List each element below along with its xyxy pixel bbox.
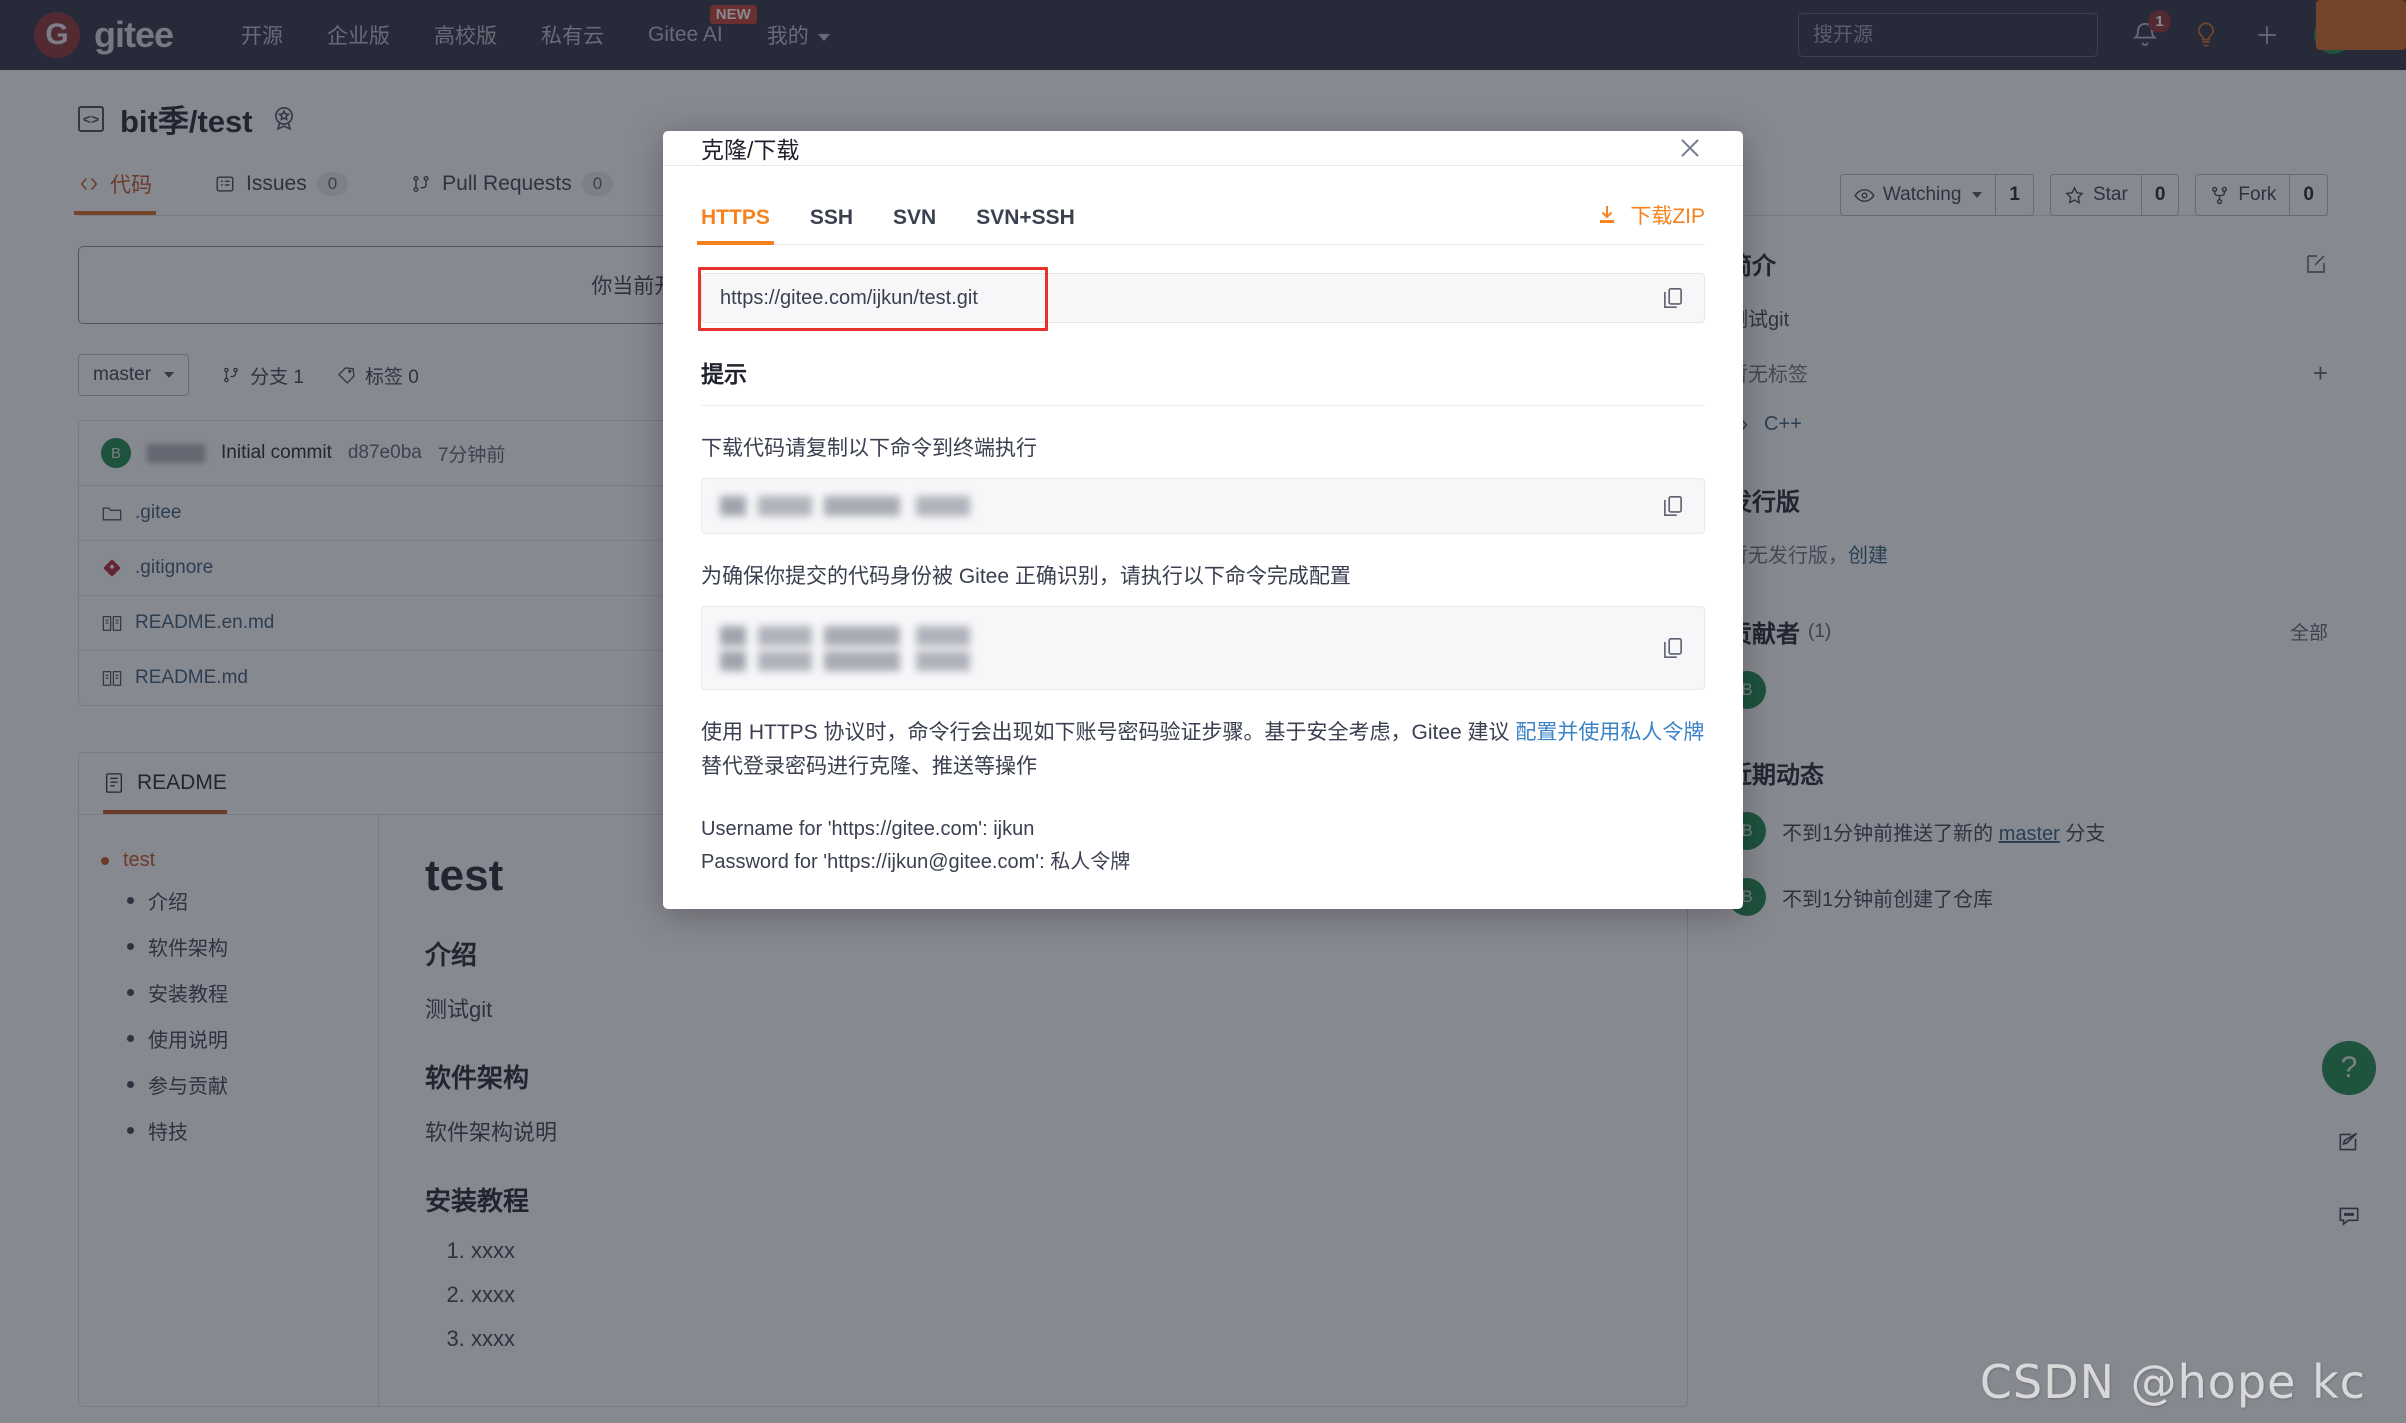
auth-example-block: Username for 'https://gitee.com': ijkun …	[701, 813, 1705, 909]
copy-icon[interactable]	[1660, 493, 1686, 519]
config-instruction-text: 为确保你提交的代码身份被 Gitee 正确识别，请执行以下命令完成配置	[701, 565, 1351, 588]
clone-command-redacted	[720, 491, 1660, 521]
copy-icon[interactable]	[1660, 285, 1686, 311]
https-note-post: 替代登录密码进行克隆、推送等操作	[701, 754, 1037, 778]
tab-ssh[interactable]: SSH	[810, 206, 853, 244]
redacted-line	[720, 496, 1095, 516]
dialog-header: 克隆/下载	[663, 131, 1743, 166]
auth-username-line: Username for 'https://gitee.com': ijkun	[701, 818, 1035, 841]
config-command-box[interactable]	[701, 606, 1705, 690]
clone-url-input[interactable]	[720, 286, 1660, 310]
download-icon	[1600, 206, 1615, 223]
watermark: CSDN @hope kc	[1979, 1355, 2366, 1409]
tab-https[interactable]: HTTPS	[697, 206, 774, 245]
download-zip-button[interactable]: 下载ZIP	[1595, 200, 1705, 244]
clone-download-dialog: 克隆/下载 HTTPS SSH SVN SVN+SSH 下载ZIP https:…	[663, 131, 1743, 909]
redacted-line	[720, 625, 975, 646]
close-icon[interactable]	[1675, 133, 1705, 163]
https-protocol-note: 使用 HTTPS 协议时，命令行会出现如下账号密码验证步骤。基于安全考虑，Git…	[701, 716, 1705, 783]
tab-svn-ssh[interactable]: SVN+SSH	[976, 206, 1075, 244]
download-zip-label: 下载ZIP	[1630, 205, 1705, 228]
hint-divider	[701, 405, 1705, 406]
clone-command-box[interactable]	[701, 478, 1705, 534]
clone-instruction-text: 下载代码请复制以下命令到终端执行	[701, 437, 1037, 460]
https-note-pre: 使用 HTTPS 协议时，命令行会出现如下账号密码验证步骤。基于安全考虑，Git…	[701, 721, 1516, 744]
copy-icon[interactable]	[1660, 635, 1686, 661]
clone-url-field[interactable]	[698, 267, 1705, 331]
redacted-line	[720, 650, 1095, 671]
screen: G gitee 开源 企业版 高校版 私有云 Gitee AI NEW 我的	[0, 0, 2406, 1423]
tab-svn[interactable]: SVN	[893, 206, 936, 244]
private-token-link[interactable]: 配置并使用私人令牌	[1515, 721, 1704, 744]
protocol-tabs: HTTPS SSH SVN SVN+SSH 下载ZIP	[697, 200, 1705, 245]
dialog-title: 克隆/下载	[701, 137, 800, 163]
hint-title: 提示	[701, 361, 747, 387]
dialog-body: HTTPS SSH SVN SVN+SSH 下载ZIP 提示	[663, 166, 1743, 909]
auth-password-line: Password for 'https://ijkun@gitee.com': …	[701, 851, 1131, 874]
config-command-redacted	[720, 621, 1660, 676]
